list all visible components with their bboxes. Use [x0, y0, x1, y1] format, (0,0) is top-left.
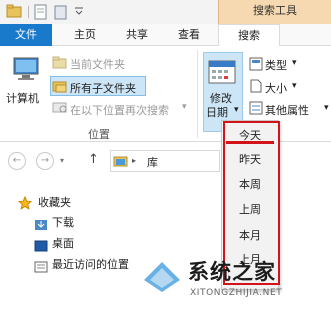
properties-icon[interactable] — [34, 4, 48, 23]
tree-item-label: 下载 — [52, 216, 74, 229]
all-subfolders-label: 所有子文件夹 — [70, 82, 136, 95]
tree-item-label: 收藏夹 — [38, 196, 71, 209]
arrow-left-icon: ← — [12, 155, 22, 166]
properties-list-icon — [249, 101, 263, 118]
tree-item-label: 最近访问的位置 — [52, 258, 129, 271]
arrow-right-icon: → — [40, 155, 50, 166]
search-again-icon — [52, 100, 68, 117]
folder-icon[interactable] — [6, 4, 22, 21]
subfolders-icon — [52, 79, 68, 96]
chevron-down-icon: ▾ — [324, 103, 329, 113]
search-tools-header: 搜索工具 — [218, 0, 331, 24]
type-button[interactable]: 类型 — [265, 57, 287, 73]
tab-view[interactable]: 查看 — [166, 24, 212, 46]
size-button[interactable]: 大小 — [265, 80, 287, 96]
watermark-brand: 系统之家 — [188, 260, 276, 284]
search-again-button[interactable]: 在以下位置再次搜索 — [70, 102, 169, 118]
back-button[interactable]: ← — [8, 152, 26, 170]
chevron-down-icon: ▾ — [292, 58, 297, 68]
recent-locations-icon[interactable]: ▾ — [60, 156, 64, 165]
calendar-icon — [208, 58, 236, 87]
breadcrumb-chevron-icon[interactable]: ▸ — [132, 156, 136, 165]
chevron-down-icon: ▾ — [234, 105, 239, 115]
new-folder-icon[interactable] — [54, 4, 68, 23]
chevron-down-icon: ▾ — [292, 81, 297, 91]
location-group-label: 位置 — [88, 128, 110, 141]
breadcrumb-library[interactable]: 库 — [147, 154, 158, 170]
computer-label: 计算机 — [6, 92, 39, 105]
chevron-down-icon[interactable] — [74, 6, 84, 19]
up-arrow-icon[interactable]: ↑ — [88, 152, 99, 167]
tree-item-downloads[interactable]: 下载 — [0, 212, 170, 234]
current-folder-icon — [52, 56, 68, 73]
tab-file[interactable]: 文件 — [0, 24, 52, 46]
watermark: 系统之家 XITONGZHIJIA.NET — [132, 250, 331, 322]
tab-search[interactable]: 搜索 — [218, 24, 280, 47]
chevron-down-icon: ▾ — [182, 102, 187, 112]
size-icon — [250, 79, 262, 96]
computer-button[interactable] — [6, 56, 46, 88]
other-properties-button[interactable]: 其他属性 — [265, 102, 309, 118]
modify-date-label-line2: 日期 — [206, 106, 228, 119]
forward-button[interactable]: → — [36, 152, 54, 170]
ribbon-group-divider — [197, 50, 198, 138]
tree-item-favorites[interactable]: 收藏夹 — [0, 192, 170, 214]
toolbar-divider — [28, 6, 29, 18]
tree-item-label: 桌面 — [52, 237, 74, 250]
type-icon — [249, 57, 263, 74]
watermark-url: XITONGZHIJIA.NET — [190, 288, 283, 298]
annotation-underline — [226, 141, 274, 144]
recent-places-icon — [34, 259, 48, 281]
library-icon — [113, 154, 129, 171]
tab-home[interactable]: 主页 — [62, 24, 108, 46]
current-folder-button[interactable]: 当前文件夹 — [70, 56, 125, 72]
tab-share[interactable]: 共享 — [114, 24, 160, 46]
watermark-logo-icon — [144, 262, 180, 292]
computer-icon — [12, 56, 40, 85]
